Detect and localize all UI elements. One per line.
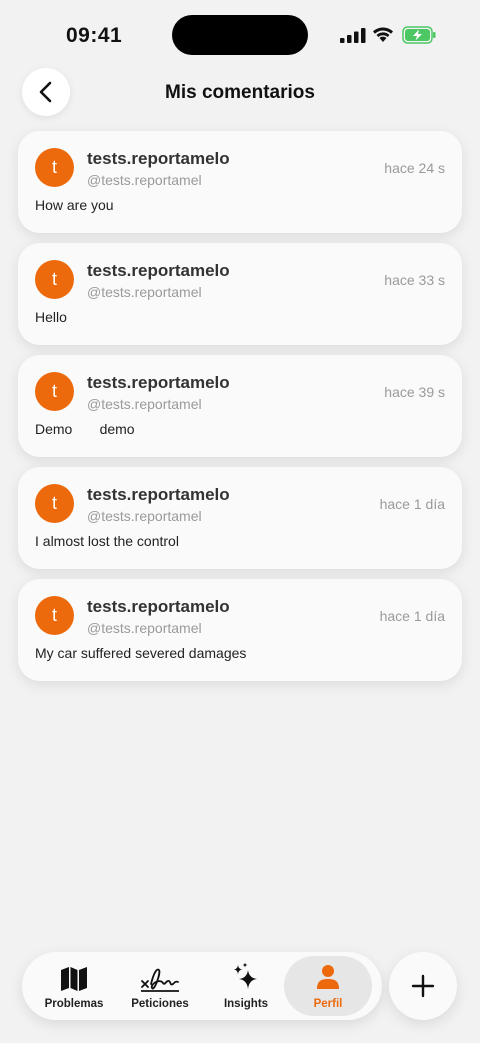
tab-perfil[interactable]: Perfil — [284, 956, 372, 1016]
comment-text: How are you — [35, 197, 114, 213]
avatar: t — [35, 484, 74, 523]
comment-card[interactable]: t tests.reportamelo @tests.reportamel ha… — [18, 243, 462, 345]
comment-time: hace 1 día — [379, 496, 445, 512]
person-icon — [317, 965, 339, 989]
cellular-signal-icon — [340, 28, 366, 43]
sparkles-icon — [234, 962, 257, 989]
tab-label: Perfil — [313, 998, 343, 1010]
comment-username: tests.reportamelo — [87, 373, 230, 392]
comment-text: I almost lost the control — [35, 533, 179, 549]
comment-text: Hello — [35, 309, 67, 325]
avatar: t — [35, 148, 74, 187]
tab-problemas[interactable]: Problemas — [30, 956, 118, 1016]
tab-label: Insights — [223, 998, 269, 1010]
bottom-tab-bar: Problemas Peticiones Insights Perfil — [22, 952, 382, 1020]
battery-charging-icon — [402, 26, 436, 44]
comment-time: hace 24 s — [384, 160, 445, 176]
comment-handle: @tests.reportamel — [87, 284, 202, 300]
tab-insights[interactable]: Insights — [202, 956, 290, 1016]
status-time: 09:41 — [66, 24, 123, 47]
comment-card[interactable]: t tests.reportamelo @tests.reportamel ha… — [18, 579, 462, 681]
comment-list: t tests.reportamelo @tests.reportamel ha… — [18, 131, 462, 691]
comment-card[interactable]: t tests.reportamelo @tests.reportamel ha… — [18, 355, 462, 457]
comment-handle: @tests.reportamel — [87, 620, 202, 636]
map-icon — [61, 967, 87, 991]
comment-time: hace 39 s — [384, 384, 445, 400]
comment-handle: @tests.reportamel — [87, 396, 202, 412]
comment-handle: @tests.reportamel — [87, 172, 202, 188]
comment-card[interactable]: t tests.reportamelo @tests.reportamel ha… — [18, 467, 462, 569]
avatar: t — [35, 372, 74, 411]
comment-time: hace 1 día — [379, 608, 445, 624]
comment-username: tests.reportamelo — [87, 149, 230, 168]
add-button[interactable] — [389, 952, 457, 1020]
comment-text: Demo demo — [35, 421, 135, 437]
comment-username: tests.reportamelo — [87, 261, 230, 280]
comment-text: My car suffered severed damages — [35, 645, 247, 661]
tab-label: Problemas — [44, 998, 104, 1010]
wifi-icon — [373, 27, 393, 42]
comment-username: tests.reportamelo — [87, 597, 230, 616]
status-bar: 09:41 — [0, 0, 480, 70]
dynamic-island — [172, 15, 308, 55]
avatar: t — [35, 596, 74, 635]
tab-peticiones[interactable]: Peticiones — [116, 956, 204, 1016]
comment-card[interactable]: t tests.reportamelo @tests.reportamel ha… — [18, 131, 462, 233]
page-title: Mis comentarios — [165, 82, 315, 103]
tab-label: Peticiones — [131, 998, 189, 1010]
comment-time: hace 33 s — [384, 272, 445, 288]
plus-icon — [411, 974, 435, 998]
comment-handle: @tests.reportamel — [87, 508, 202, 524]
avatar: t — [35, 260, 74, 299]
signature-icon — [141, 968, 179, 992]
comment-username: tests.reportamelo — [87, 485, 230, 504]
